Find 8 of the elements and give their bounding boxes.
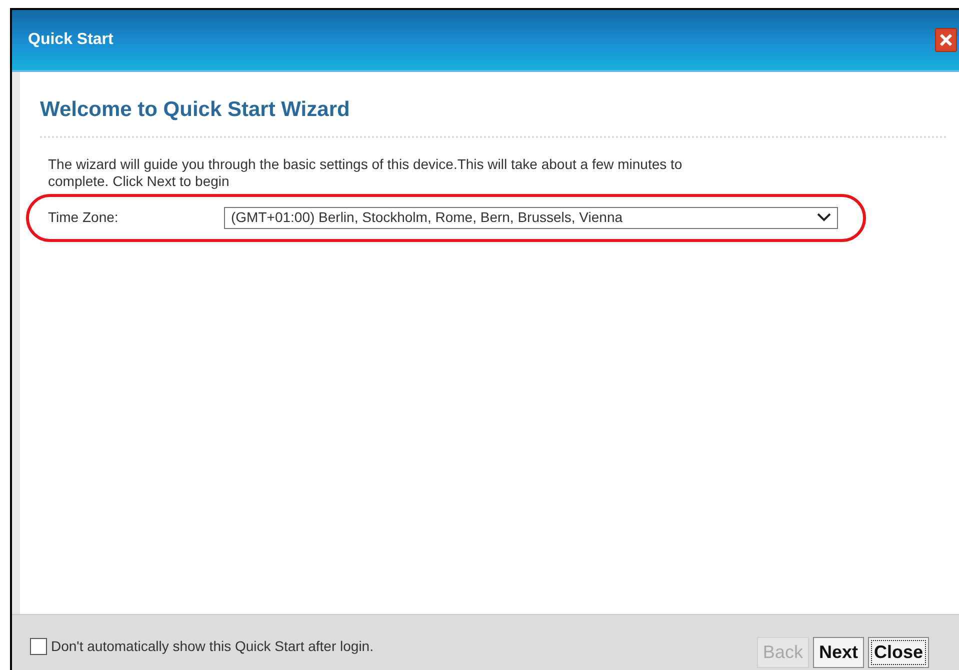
time-zone-dropdown[interactable]: (GMT+01:00) Berlin, Stockholm, Rome, Bern, Brussels, Vienna (224, 206, 838, 228)
window-title: Quick Start (28, 30, 114, 50)
intro-text: The wizard will guide you through the basic settings of this device.This will take about a few minutes to complete. Click Next to begin (47, 156, 684, 190)
wizard-heading: Welcome to Quick Start Wizard (40, 94, 946, 138)
wizard-button[interactable]: Next (812, 637, 864, 668)
time-zone-label: Time Zone: (48, 208, 120, 227)
checkbox-label: Don't automatically show this Quick Start after login. (51, 637, 374, 656)
wizard-button[interactable]: Close (868, 637, 929, 668)
